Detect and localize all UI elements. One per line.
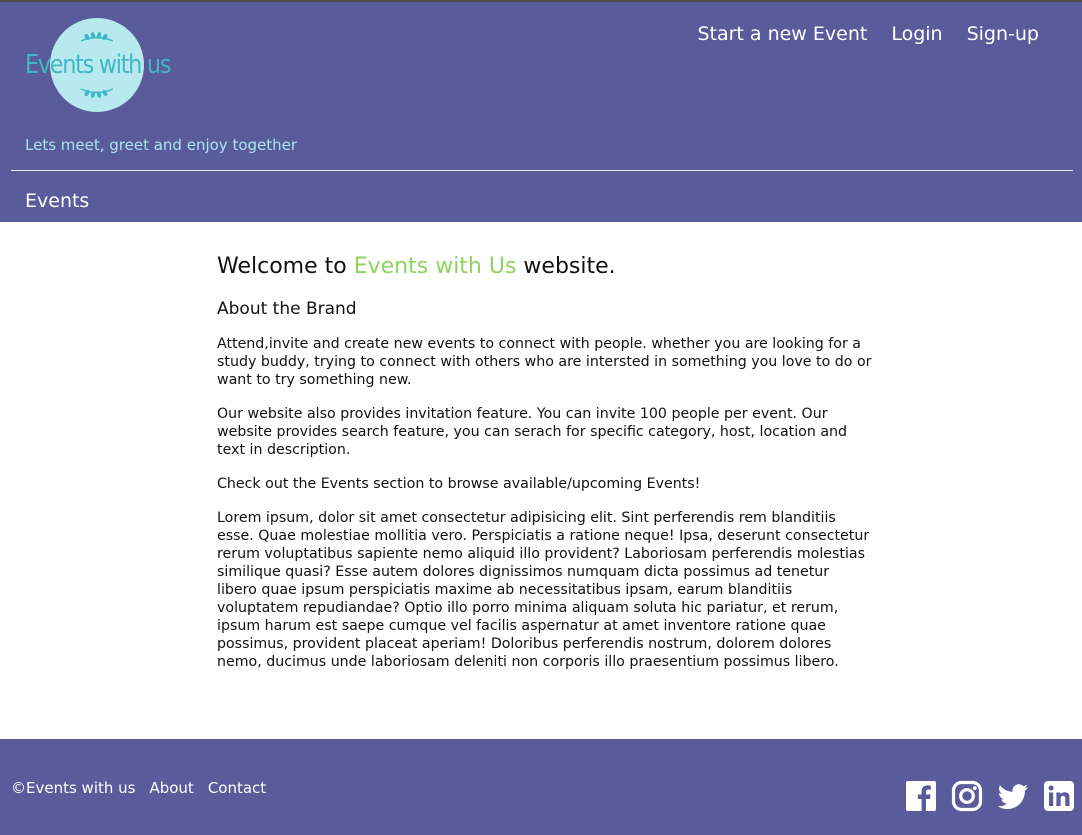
footer-links: ©Events with us About Contact xyxy=(11,779,266,797)
signup-link[interactable]: Sign-up xyxy=(967,23,1039,45)
welcome-brand: Events with Us xyxy=(353,254,517,279)
start-event-link[interactable]: Start a new Event xyxy=(697,23,867,45)
laurel-icon xyxy=(80,32,114,42)
social-links xyxy=(905,780,1075,812)
page: Events with us Lets meet, greet and enjo… xyxy=(0,0,1082,835)
header-divider xyxy=(11,170,1073,171)
login-link[interactable]: Login xyxy=(891,23,942,45)
footer-copyright: ©Events with us xyxy=(11,779,136,797)
footer-about-link[interactable]: About xyxy=(149,779,193,797)
about-paragraph: Attend,invite and create new events to c… xyxy=(217,336,872,388)
logo[interactable]: Events with us xyxy=(25,18,185,114)
logo-text: Events with us xyxy=(25,50,171,80)
site-header: Events with us Lets meet, greet and enjo… xyxy=(0,0,1082,222)
site-footer: ©Events with us About Contact xyxy=(0,739,1082,835)
instagram-icon[interactable] xyxy=(951,780,983,812)
welcome-heading: Welcome to Events with Us website. xyxy=(217,254,873,279)
main-content: Welcome to Events with Us website. About… xyxy=(217,254,873,671)
events-link[interactable]: Events xyxy=(25,190,89,212)
footer-contact-link[interactable]: Contact xyxy=(208,779,266,797)
linkedin-icon[interactable] xyxy=(1043,780,1075,812)
facebook-icon[interactable] xyxy=(905,780,937,812)
welcome-suffix: website. xyxy=(516,254,616,279)
top-nav: Start a new Event Login Sign-up xyxy=(697,23,1039,45)
twitter-icon[interactable] xyxy=(997,780,1029,812)
welcome-prefix: Welcome to xyxy=(217,254,354,279)
about-paragraph: Check out the Events section to browse a… xyxy=(217,476,701,492)
about-heading: About the Brand xyxy=(217,299,357,319)
about-paragraph: Our website also provides invitation fea… xyxy=(217,406,848,458)
lorem-paragraph: Lorem ipsum, dolor sit amet consectetur … xyxy=(217,510,870,670)
laurel-icon xyxy=(80,88,114,98)
tagline: Lets meet, greet and enjoy together xyxy=(25,136,298,154)
